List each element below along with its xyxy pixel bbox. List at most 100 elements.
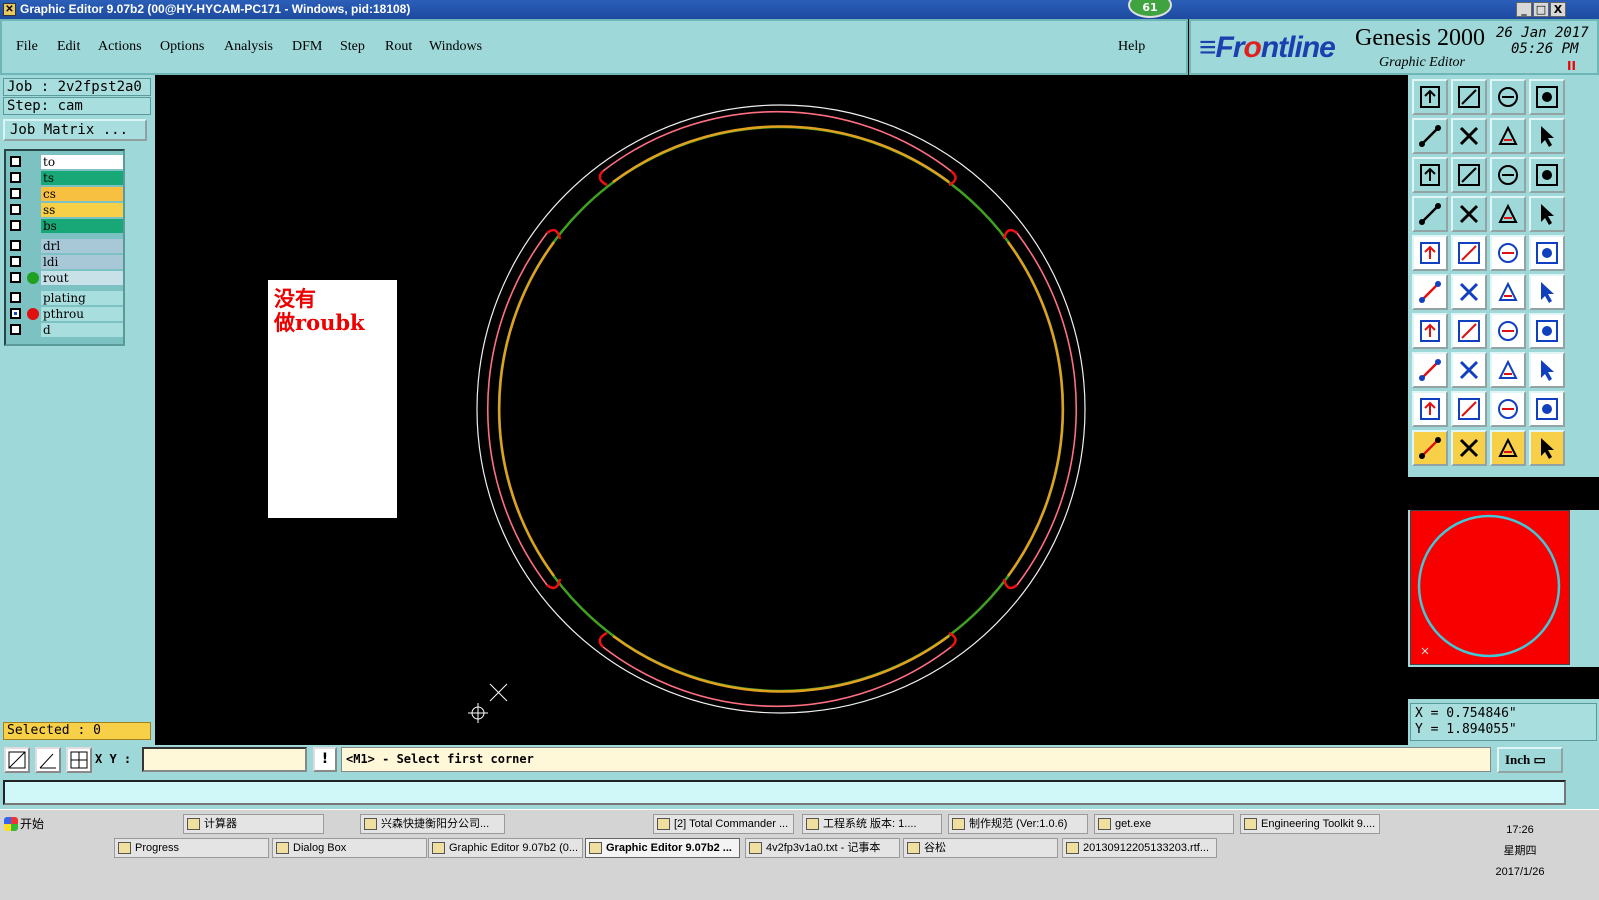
task-gusong[interactable]: 谷松 [903, 838, 1058, 858]
fit-all-button[interactable] [1451, 157, 1487, 193]
arc-button[interactable] [1490, 313, 1526, 349]
task-browser[interactable]: 兴森快捷衡阳分公司... [360, 814, 505, 834]
layer-checkbox[interactable] [10, 240, 21, 251]
snap-button[interactable] [1529, 118, 1565, 154]
ruler-button[interactable] [1490, 235, 1526, 271]
xy-input[interactable] [142, 747, 307, 772]
layer-name[interactable]: ldi [41, 255, 123, 269]
menu-help[interactable]: Help [1118, 39, 1145, 55]
grid-button[interactable] [1451, 196, 1487, 232]
triangle-button[interactable] [1412, 391, 1448, 427]
job-matrix-button[interactable]: Job Matrix ... [3, 119, 147, 141]
layer-name[interactable]: ts [41, 171, 123, 185]
dash-button[interactable] [1451, 352, 1487, 388]
select-path-button[interactable] [1529, 430, 1565, 466]
cross-button[interactable] [1451, 274, 1487, 310]
layer-checkbox[interactable] [10, 256, 21, 267]
move-button[interactable] [1412, 352, 1448, 388]
task-calculator[interactable]: 计算器 [183, 814, 324, 834]
layer-name[interactable]: plating [41, 291, 123, 305]
layer-name[interactable]: pthrou [41, 307, 123, 321]
app-icon[interactable]: ✕ [3, 3, 16, 16]
layer-checkbox[interactable] [10, 156, 21, 167]
menu-windows[interactable]: Windows [429, 39, 482, 55]
layer-name[interactable]: to [41, 155, 123, 169]
menu-actions[interactable]: Actions [98, 39, 142, 55]
layer-checkbox[interactable] [10, 292, 21, 303]
menu-file[interactable]: File [16, 39, 38, 55]
task-notepad[interactable]: 4v2fp3v1a0.txt - 记事本 [745, 838, 900, 858]
close-button[interactable]: X [1550, 2, 1566, 17]
layer-row-rout[interactable]: rout [8, 271, 123, 285]
grid-mode-button[interactable] [66, 747, 92, 773]
layer-row-d[interactable]: d [8, 323, 123, 337]
layer-name[interactable]: d [41, 323, 123, 337]
home-button[interactable] [1490, 79, 1526, 115]
apex-box-button[interactable] [1529, 391, 1565, 427]
fit-vertical-button[interactable] [1412, 157, 1448, 193]
layer-row-drl[interactable]: drl [8, 239, 123, 253]
pan-right-button[interactable] [1451, 118, 1487, 154]
layer-black-button[interactable] [1529, 196, 1565, 232]
task-spec[interactable]: 制作规范 (Ver:1.0.6) [948, 814, 1088, 834]
layer-row-cs[interactable]: cs [8, 187, 123, 201]
dimension-button[interactable] [1490, 352, 1526, 388]
maximize-button[interactable]: □ [1533, 2, 1549, 17]
layer-row-pthrou[interactable]: pthrou [8, 307, 123, 321]
pad-button[interactable] [1412, 235, 1448, 271]
layer-row-plating[interactable]: plating [8, 291, 123, 305]
zoom-back-button[interactable] [1490, 118, 1526, 154]
layer-checkbox[interactable] [10, 188, 21, 199]
mirror-button[interactable] [1529, 313, 1565, 349]
layer-row-to[interactable]: to [8, 155, 123, 169]
angle-button[interactable] [1412, 313, 1448, 349]
menu-edit[interactable]: Edit [57, 39, 80, 55]
menu-options[interactable]: Options [160, 39, 204, 55]
line-button[interactable] [1451, 235, 1487, 271]
zoom-in-button[interactable] [1451, 79, 1487, 115]
layer-name[interactable]: rout [41, 271, 123, 285]
layer-row-ss[interactable]: ss [8, 203, 123, 217]
task-graphic-editor-1[interactable]: Graphic Editor 9.07b2 (0... [428, 838, 583, 858]
layer-row-ldi[interactable]: ldi [8, 255, 123, 269]
start-button[interactable]: 开始 [2, 814, 44, 834]
apex-up-button[interactable] [1490, 391, 1526, 427]
layer-checkbox[interactable] [10, 204, 21, 215]
task-graphic-editor-2[interactable]: Graphic Editor 9.07b2 ... [585, 838, 740, 858]
layer-name[interactable]: ss [41, 203, 123, 217]
pause-icon[interactable]: II [1567, 59, 1576, 73]
split-view-button[interactable] [1529, 79, 1565, 115]
layer-row-ts[interactable]: ts [8, 171, 123, 185]
slope-button[interactable] [1451, 313, 1487, 349]
exclamation-button[interactable]: ! [313, 747, 337, 772]
menu-dfm[interactable]: DFM [292, 39, 322, 55]
zoom-home-button[interactable] [1412, 79, 1448, 115]
copy-button[interactable] [1529, 352, 1565, 388]
unit-selector[interactable]: Inch ▭ [1497, 747, 1563, 773]
layer-checkbox[interactable] [10, 172, 21, 183]
task-engineering-toolkit[interactable]: Engineering Toolkit 9.... [1240, 814, 1380, 834]
task-total-commander[interactable]: [2] Total Commander ... [653, 814, 794, 834]
layer-red-button[interactable] [1490, 196, 1526, 232]
layer-name[interactable]: cs [41, 187, 123, 201]
angle-mode-button[interactable] [35, 747, 61, 773]
select-box-button[interactable] [1451, 430, 1487, 466]
layer-checkbox[interactable] [10, 324, 21, 335]
task-get-exe[interactable]: get.exe [1094, 814, 1234, 834]
connect-arrow-button[interactable] [1529, 274, 1565, 310]
preview-window[interactable] [1410, 510, 1570, 665]
help-button[interactable] [1529, 157, 1565, 193]
system-clock[interactable]: 17:26 星期四 2017/1/26 [1490, 820, 1550, 883]
connect-button[interactable] [1490, 274, 1526, 310]
menu-step[interactable]: Step [340, 39, 365, 55]
layer-checkbox[interactable] [10, 308, 21, 319]
task-progress[interactable]: Progress [114, 838, 269, 858]
layer-row-bs[interactable]: bs [8, 219, 123, 233]
apex-button[interactable] [1451, 391, 1487, 427]
net-button[interactable] [1412, 274, 1448, 310]
menu-rout[interactable]: Rout [385, 39, 412, 55]
pointer-button[interactable] [1412, 430, 1448, 466]
layer-checkbox[interactable] [10, 272, 21, 283]
snap-mode-button[interactable] [4, 747, 30, 773]
measure-button[interactable] [1412, 196, 1448, 232]
